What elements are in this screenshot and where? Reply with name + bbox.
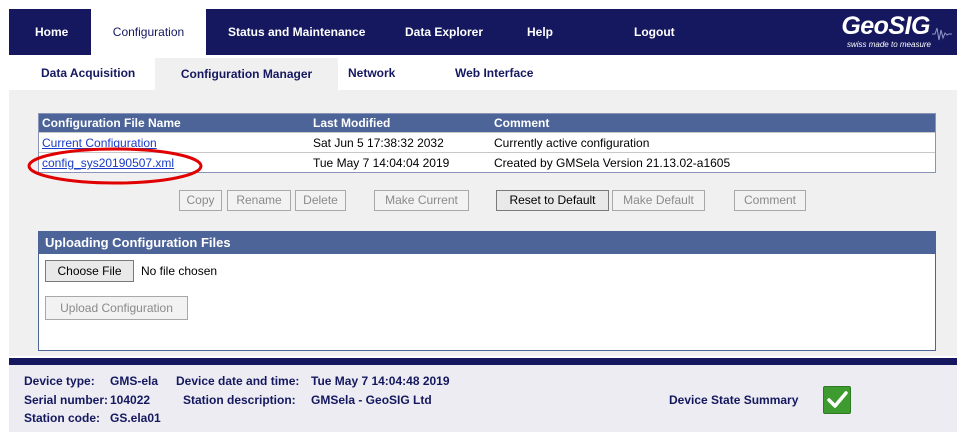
- header-last-modified: Last Modified: [313, 116, 391, 130]
- reset-to-default-button[interactable]: Reset to Default: [496, 190, 609, 211]
- logo-tagline: swiss made to measure: [846, 40, 931, 49]
- table-row[interactable]: config_sys20190507.xml Tue May 7 14:04:0…: [39, 152, 935, 172]
- subnav-configuration-manager[interactable]: Configuration Manager: [155, 58, 338, 90]
- rename-button[interactable]: Rename: [227, 190, 291, 211]
- serial-number-value: 104022: [110, 393, 151, 407]
- nav-status-maintenance[interactable]: Status and Maintenance: [228, 9, 365, 55]
- subnav-web-interface[interactable]: Web Interface: [455, 66, 533, 80]
- station-description-label: Station description:: [183, 393, 296, 407]
- file-comment: Created by GMSela Version 21.13.02-a1605: [494, 156, 731, 170]
- device-state-summary-label[interactable]: Device State Summary: [669, 393, 798, 407]
- serial-number-label: Serial number:: [24, 393, 109, 407]
- top-navigation: Home Configuration Status and Maintenanc…: [9, 9, 957, 57]
- station-code-value: GS.ela01: [110, 411, 161, 425]
- nav-home[interactable]: Home: [35, 9, 68, 55]
- footer-divider: [9, 358, 957, 365]
- nav-data-explorer[interactable]: Data Explorer: [405, 9, 483, 55]
- make-default-button[interactable]: Make Default: [612, 190, 705, 211]
- file-comment: Currently active configuration: [494, 136, 650, 150]
- comment-button[interactable]: Comment: [734, 190, 806, 211]
- geosig-logo: GeoSIG swiss made to measure: [832, 12, 952, 52]
- header-file-name: Configuration File Name: [42, 116, 181, 130]
- nav-logout[interactable]: Logout: [634, 9, 675, 55]
- file-status-text: No file chosen: [141, 264, 218, 278]
- subnav-data-acquisition[interactable]: Data Acquisition: [41, 66, 135, 80]
- file-link-current[interactable]: Current Configuration: [42, 133, 157, 153]
- file-modified: Tue May 7 14:04:04 2019: [313, 156, 450, 170]
- file-link-config-sys[interactable]: config_sys20190507.xml: [42, 153, 174, 173]
- upload-panel: Uploading Configuration Files Choose Fil…: [38, 231, 936, 351]
- device-time-value: Tue May 7 14:04:48 2019: [311, 374, 450, 388]
- device-time-label: Device date and time:: [176, 374, 300, 388]
- table-row[interactable]: Current Configuration Sat Jun 5 17:38:32…: [39, 132, 935, 152]
- header-comment: Comment: [494, 116, 550, 130]
- configuration-files-table: Configuration File Name Last Modified Co…: [38, 113, 936, 173]
- station-code-label: Station code:: [24, 411, 101, 425]
- upload-panel-title: Uploading Configuration Files: [39, 232, 935, 254]
- choose-file-button[interactable]: Choose File: [45, 260, 134, 282]
- nav-help[interactable]: Help: [527, 9, 553, 55]
- copy-button[interactable]: Copy: [179, 190, 222, 211]
- subnav-network[interactable]: Network: [348, 66, 395, 80]
- seismogram-icon: [932, 27, 952, 41]
- device-type-value: GMS-ela: [110, 374, 159, 388]
- nav-configuration[interactable]: Configuration: [91, 9, 206, 57]
- file-modified: Sat Jun 5 17:38:32 2032: [313, 136, 444, 150]
- checkmark-icon[interactable]: [823, 386, 851, 414]
- logo-brand: GeoSIG: [841, 12, 930, 40]
- table-header: Configuration File Name Last Modified Co…: [39, 114, 935, 132]
- delete-button[interactable]: Delete: [295, 190, 346, 211]
- make-current-button[interactable]: Make Current: [374, 190, 469, 211]
- device-type-label: Device type:: [24, 374, 95, 388]
- station-description-value: GMSela - GeoSIG Ltd: [311, 393, 432, 407]
- page: Home Configuration Status and Maintenanc…: [0, 0, 957, 432]
- upload-configuration-button[interactable]: Upload Configuration: [45, 296, 188, 320]
